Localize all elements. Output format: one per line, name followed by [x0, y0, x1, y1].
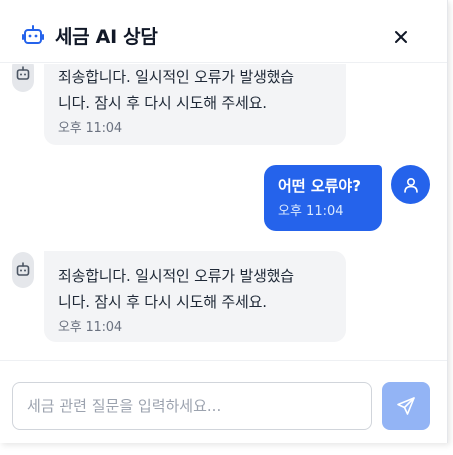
message-time: 오후 11:04: [58, 121, 122, 136]
message-time: 오후 11:04: [278, 204, 344, 219]
robot-icon: [22, 24, 44, 46]
message-line: 니다. 잠시 후 다시 시도해 주세요.: [58, 94, 267, 112]
bot-avatar: [12, 252, 34, 288]
chat-header: 세금 AI 상담: [0, 0, 447, 63]
message-text: 어떤 오류야?: [278, 177, 361, 195]
bot-message: 죄송합니다. 일시적인 오류가 발생했습 니다. 잠시 후 다시 시도해 주세요…: [44, 251, 346, 342]
bot-message: 죄송합니다. 일시적인 오류가 발생했습 니다. 잠시 후 다시 시도해 주세요…: [44, 64, 346, 145]
user-icon: [403, 177, 418, 193]
user-message: 어떤 오류야? 오후 11:04: [264, 165, 382, 231]
chat-panel: 세금 AI 상담 죄송합니다. 일시적인 오류가 발생했습 니다. 잠시 후 다…: [0, 0, 448, 443]
send-button[interactable]: [382, 382, 430, 430]
send-icon: [397, 397, 415, 415]
close-icon[interactable]: [391, 27, 411, 47]
chat-title: 세금 AI 상담: [55, 26, 158, 48]
message-line: 니다. 잠시 후 다시 시도해 주세요.: [58, 293, 267, 311]
chat-input-bar: [0, 360, 447, 443]
message-line: 죄송합니다. 일시적인 오류가 발생했습: [58, 68, 294, 86]
message-list[interactable]: 죄송합니다. 일시적인 오류가 발생했습 니다. 잠시 후 다시 시도해 주세요…: [0, 64, 447, 360]
bot-avatar: [12, 64, 34, 92]
robot-icon: [16, 262, 30, 276]
question-input[interactable]: [12, 382, 372, 430]
user-avatar: [391, 165, 430, 204]
message-time: 오후 11:04: [58, 320, 122, 335]
message-line: 죄송합니다. 일시적인 오류가 발생했습: [58, 267, 294, 285]
robot-icon: [16, 66, 30, 80]
